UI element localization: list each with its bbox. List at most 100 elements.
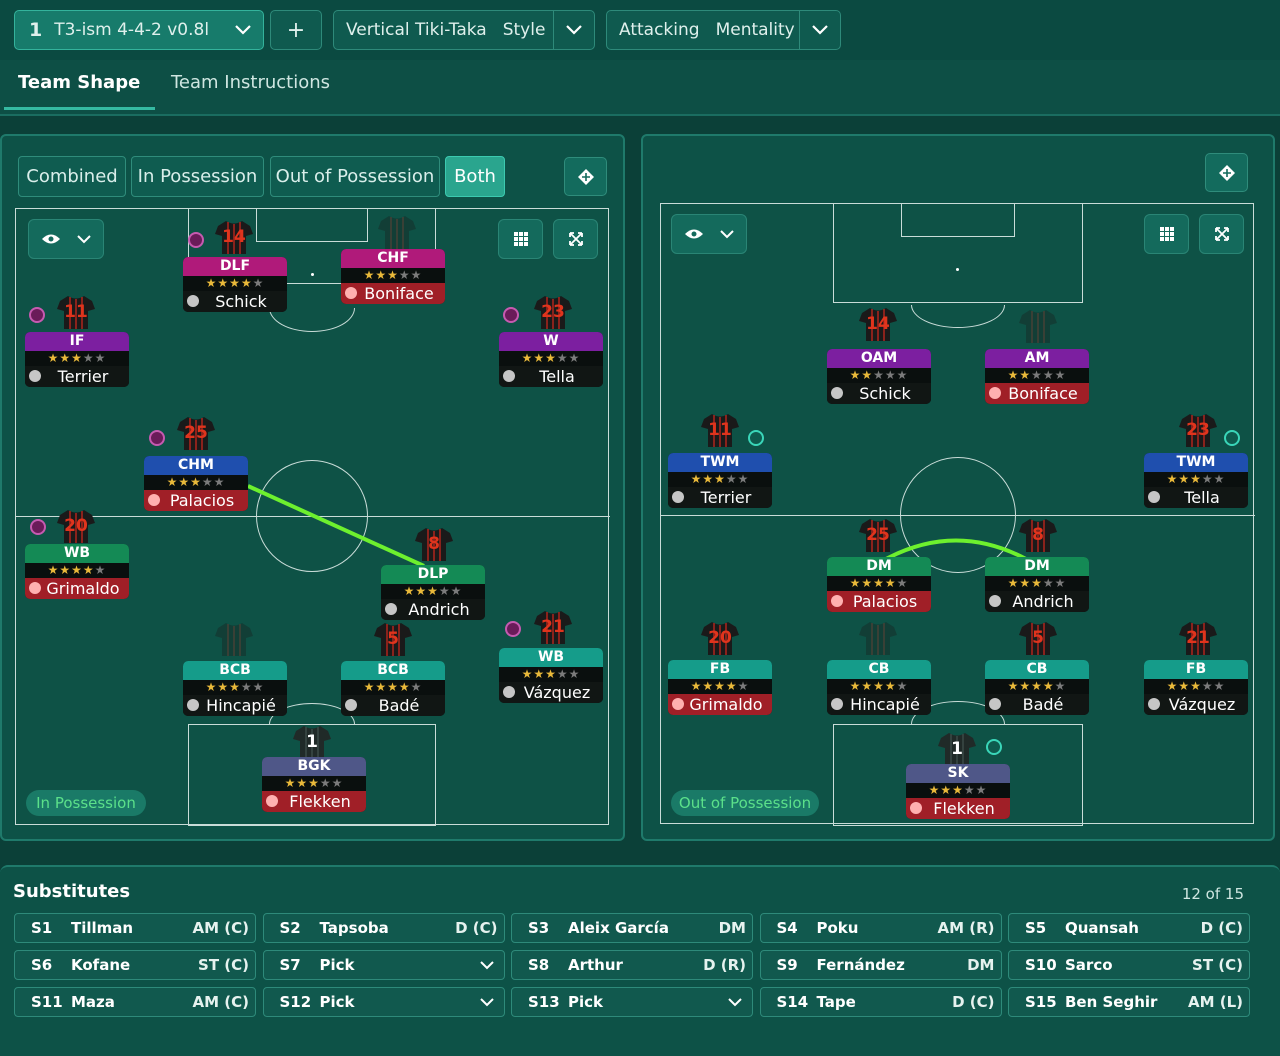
player-card[interactable]: OAM ★★★★★ Schick — [827, 349, 931, 404]
player-card[interactable]: CHM ★★★★★ Palacios — [144, 456, 248, 511]
grid-button[interactable] — [1144, 214, 1189, 254]
role-rating-stars: ★★★★★ — [262, 776, 366, 791]
player-name: Andrich — [381, 599, 485, 620]
player-card[interactable]: TWM ★★★★★ Tella — [1144, 453, 1248, 508]
shirt-number: 20 — [708, 628, 732, 648]
player-card[interactable]: CHF ★★★★★ Boniface — [341, 249, 445, 304]
player-role: AM — [985, 349, 1089, 368]
player-card[interactable]: DM ★★★★★ Palacios — [827, 557, 931, 612]
player-card[interactable]: W ★★★★★ Tella — [499, 332, 603, 387]
mentality-label: Mentality — [715, 20, 795, 40]
shirt-icon: 5 — [373, 621, 413, 657]
pitch-view-button[interactable] — [1205, 153, 1248, 192]
substitute-position: D (C) — [455, 919, 498, 937]
substitute-name: Aleix García — [568, 919, 669, 937]
substitute-slot[interactable]: S14 Tape D (C) — [759, 987, 1002, 1017]
substitute-pick-dropdown[interactable]: S7 Pick — [262, 950, 505, 980]
expand-button[interactable] — [1199, 214, 1244, 254]
substitute-slot[interactable]: S6 Kofane ST (C) — [14, 950, 256, 980]
shirt-icon: 8 — [414, 526, 454, 562]
mode-out-of-possession-button[interactable]: Out of Possession — [270, 156, 440, 197]
person-icon — [831, 595, 843, 607]
substitute-slot[interactable]: S15 Ben Seghir AM (L) — [1008, 987, 1250, 1017]
substitute-slot[interactable]: S10 Sarco ST (C) — [1008, 950, 1250, 980]
shirt-icon: 5 — [1018, 620, 1058, 656]
shirt-icon: 25 — [176, 415, 216, 451]
tab-team-shape[interactable]: Team Shape — [18, 72, 140, 93]
player-card[interactable]: SK ★★★★★ Flekken — [906, 764, 1010, 819]
substitute-name: Tape — [816, 993, 856, 1011]
player-card[interactable]: BGK ★★★★★ Flekken — [262, 757, 366, 812]
role-rating-stars: ★★★★★ — [341, 268, 445, 283]
chevron-down-icon — [720, 229, 734, 238]
expand-button[interactable] — [553, 219, 598, 259]
substitute-slot[interactable]: S4 Poku AM (R) — [759, 913, 1002, 943]
pitch-view-button[interactable] — [564, 157, 607, 196]
person-icon — [148, 494, 160, 506]
mode-combined-button[interactable]: Combined — [18, 156, 126, 197]
player-card[interactable]: TWM ★★★★★ Terrier — [668, 453, 772, 508]
shirt-number: 21 — [1186, 628, 1210, 648]
player-card[interactable]: WB ★★★★★ Vázquez — [499, 648, 603, 703]
shirt-icon: 11 — [700, 412, 740, 448]
mode-in-possession-button[interactable]: In Possession — [131, 156, 264, 197]
add-tactic-button[interactable]: + — [270, 10, 322, 50]
shirt-number: 8 — [1032, 525, 1044, 545]
person-icon — [831, 698, 843, 710]
visibility-dropdown[interactable] — [671, 214, 747, 254]
substitute-name: Pick — [319, 993, 355, 1011]
player-name: Palacios — [827, 591, 931, 612]
substitute-position: AM (R) — [937, 919, 995, 937]
player-card[interactable]: DLF ★★★★★ Schick — [183, 257, 287, 312]
player-name: Boniface — [341, 283, 445, 304]
substitute-position: AM (C) — [192, 919, 249, 937]
visibility-dropdown[interactable] — [28, 219, 104, 259]
style-selector[interactable]: Vertical Tiki-Taka Style — [333, 10, 595, 50]
substitute-slot[interactable]: S9 Fernández DM — [759, 950, 1002, 980]
player-card[interactable]: DM ★★★★★ Andrich — [985, 557, 1089, 612]
substitute-slot[interactable]: S11 Maza AM (C) — [14, 987, 256, 1017]
mentality-selector[interactable]: Attacking Mentality — [606, 10, 841, 50]
shirt-number: 1 — [306, 732, 318, 752]
substitute-position: ST (C) — [198, 956, 249, 974]
substitute-slot[interactable]: S1 Tillman AM (C) — [14, 913, 256, 943]
player-card[interactable]: WB ★★★★★ Grimaldo — [25, 544, 129, 599]
substitute-slot[interactable]: S2 Tapsoba D (C) — [262, 913, 505, 943]
player-card[interactable]: CB ★★★★★ Badé — [985, 660, 1089, 715]
player-card[interactable]: BCB ★★★★★ Badé — [341, 661, 445, 716]
substitute-slot[interactable]: S3 Aleix García DM — [511, 913, 753, 943]
person-icon — [989, 595, 1001, 607]
player-card[interactable]: AM ★★★★★ Boniface — [985, 349, 1089, 404]
player-name: Tella — [499, 366, 603, 387]
player-name: Terrier — [25, 366, 129, 387]
substitute-pick-dropdown[interactable]: S13 Pick — [511, 987, 753, 1017]
player-role: BCB — [183, 661, 287, 680]
player-card[interactable]: FB ★★★★★ Grimaldo — [668, 660, 772, 715]
role-rating-stars: ★★★★★ — [25, 563, 129, 578]
substitute-slot[interactable]: S8 Arthur D (R) — [511, 950, 753, 980]
substitute-slot[interactable]: S5 Quansah D (C) — [1008, 913, 1250, 943]
player-card[interactable]: BCB ★★★★★ Hincapié — [183, 661, 287, 716]
substitutes-title: Substitutes — [13, 881, 131, 902]
tactic-selector[interactable]: 1 T3-ism 4-4-2 v0.8l — [14, 10, 264, 50]
person-icon — [989, 387, 1001, 399]
shirt-icon: 20 — [56, 508, 96, 544]
player-name: Vázquez — [1144, 694, 1248, 715]
role-rating-stars: ★★★★★ — [183, 680, 287, 695]
tab-team-instructions[interactable]: Team Instructions — [171, 72, 330, 93]
player-card[interactable]: IF ★★★★★ Terrier — [25, 332, 129, 387]
substitute-pick-dropdown[interactable]: S12 Pick — [262, 987, 505, 1017]
player-card[interactable]: DLP ★★★★★ Andrich — [381, 565, 485, 620]
player-name: Flekken — [906, 798, 1010, 819]
player-card[interactable]: FB ★★★★★ Vázquez — [1144, 660, 1248, 715]
person-icon — [910, 802, 922, 814]
shirt-number: 1 — [951, 739, 963, 759]
shirt-icon: 8 — [1018, 517, 1058, 553]
shirt-number: 23 — [1186, 420, 1210, 440]
mode-both-button[interactable]: Both — [445, 156, 505, 197]
grid-button[interactable] — [498, 219, 543, 259]
shirt-icon: 20 — [700, 620, 740, 656]
substitute-name: Sarco — [1065, 956, 1113, 974]
player-card[interactable]: CB ★★★★★ Hincapié — [827, 660, 931, 715]
player-role: DM — [985, 557, 1089, 576]
